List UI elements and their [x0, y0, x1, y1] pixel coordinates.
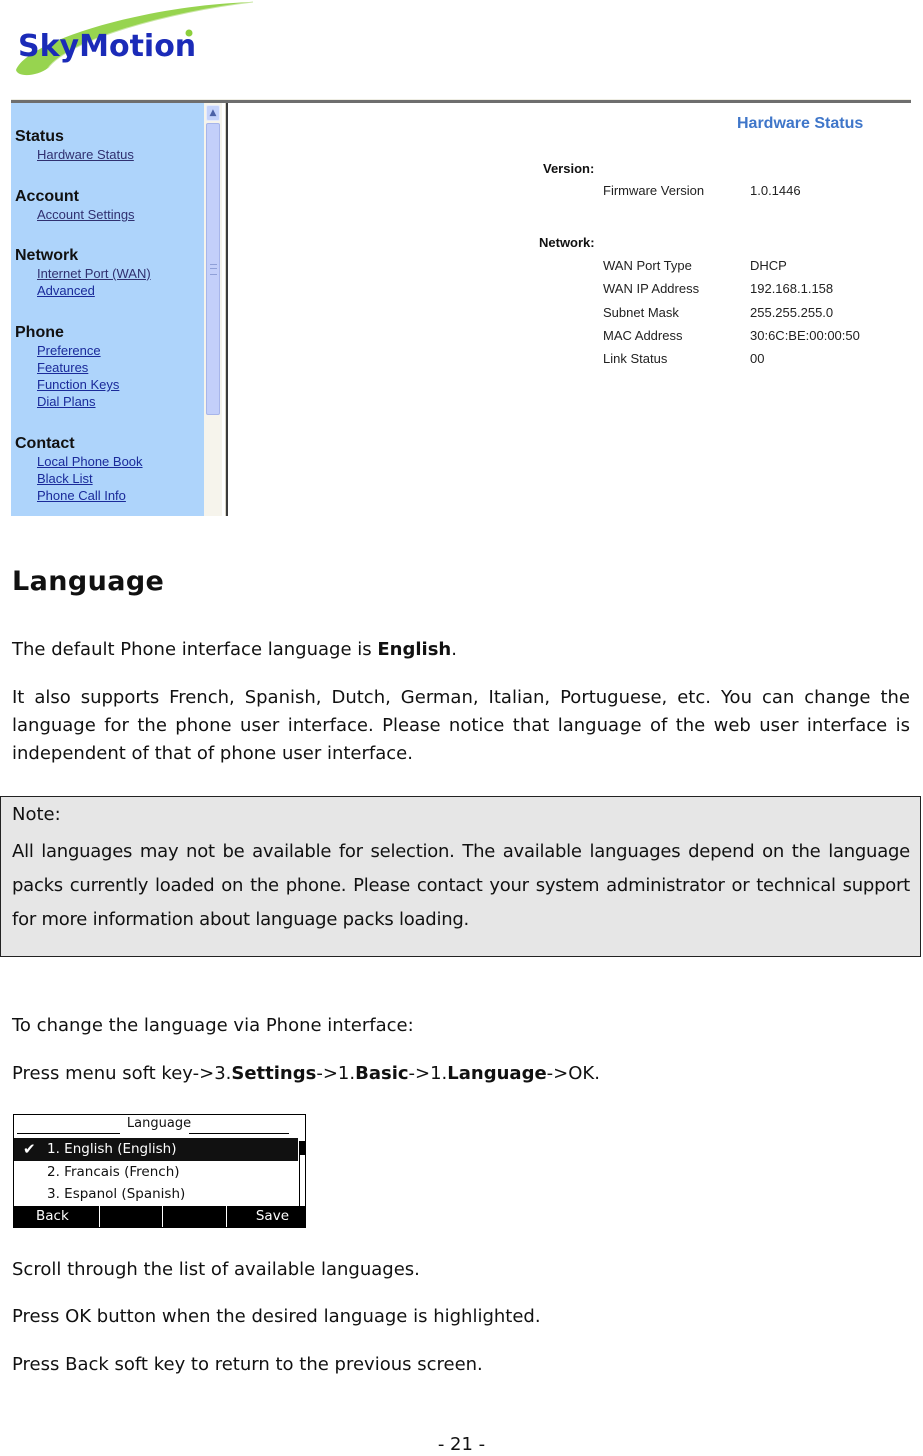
- text: ->1.: [408, 1063, 448, 1084]
- sidebar-heading: Status: [15, 128, 64, 145]
- text: The default Phone interface language is: [12, 639, 378, 660]
- skymotion-logo: SkyMotion: [8, 0, 258, 82]
- paragraph-press-ok: Press OK button when the desired languag…: [12, 1306, 541, 1327]
- phone-screen: Language ✔ 1. English (English) 2. Franc…: [13, 1114, 306, 1228]
- page-number: - 21 -: [437, 1434, 486, 1455]
- field-label: MAC Address: [603, 328, 683, 343]
- scrollbar-thumb[interactable]: [206, 123, 220, 415]
- sidebar-link-account-settings[interactable]: Account Settings: [37, 206, 135, 223]
- bold-text: Settings: [231, 1063, 317, 1084]
- sidebar-link-function-keys[interactable]: Function Keys: [37, 376, 119, 393]
- text: Press menu soft key->3.: [12, 1063, 232, 1084]
- web-ui-screenshot: Status Hardware Status Account Account S…: [11, 99, 911, 516]
- scroll-up-arrow-icon[interactable]: ▲: [206, 105, 220, 121]
- paragraph-scroll: Scroll through the list of available lan…: [12, 1259, 420, 1280]
- language-option-english[interactable]: ✔ 1. English (English): [14, 1138, 298, 1161]
- sidebar-heading: Account: [15, 188, 79, 205]
- section-label-version: Version:: [543, 161, 595, 176]
- note-body: All languages may not be available for s…: [12, 841, 910, 930]
- sidebar-link-advanced[interactable]: Advanced: [37, 282, 151, 299]
- softkey-save[interactable]: Save: [227, 1206, 306, 1227]
- logo-text: SkyMotion: [18, 29, 196, 64]
- option-label: 1. English (English): [47, 1141, 177, 1157]
- title-underline: [189, 1133, 289, 1134]
- phone-scrollbar: [299, 1141, 306, 1207]
- sidebar-group-status: Status Hardware Status: [15, 127, 134, 163]
- title-underline: [17, 1133, 120, 1134]
- sidebar-group-network: Network Internet Port (WAN) Advanced: [15, 246, 151, 299]
- sidebar-scrollbar[interactable]: ▲: [204, 103, 222, 516]
- phone-screen-title: Language: [126, 1116, 192, 1131]
- sidebar-group-account: Account Account Settings: [15, 187, 135, 223]
- sidebar-heading: Network: [15, 247, 79, 264]
- softkey-back[interactable]: Back: [14, 1206, 100, 1227]
- language-option-french[interactable]: 2. Francais (French): [14, 1161, 298, 1184]
- note-box: Note: All languages may not be available…: [0, 796, 921, 957]
- section-label-network: Network:: [539, 235, 595, 250]
- field-value: 30:6C:BE:00:00:50: [750, 328, 860, 343]
- field-value: DHCP: [750, 258, 787, 273]
- check-icon: ✔: [23, 1140, 36, 1158]
- field-value: 00: [750, 351, 765, 366]
- note-label: Note:: [12, 804, 61, 825]
- softkey-empty[interactable]: [163, 1206, 227, 1227]
- logo-graphic: SkyMotion: [16, 1, 254, 76]
- text: ->OK.: [546, 1063, 600, 1084]
- paragraph-press-back: Press Back soft key to return to the pre…: [12, 1354, 483, 1375]
- text: .: [451, 639, 457, 660]
- field-label: WAN IP Address: [603, 281, 700, 296]
- sidebar-link-hardware-status[interactable]: Hardware Status: [37, 146, 134, 163]
- softkey-bar: Back Save: [14, 1206, 305, 1227]
- bold-text: Language: [447, 1063, 547, 1084]
- paragraph-intro: To change the language via Phone interfa…: [12, 1015, 414, 1036]
- sidebar-link-black-list[interactable]: Black List: [37, 470, 143, 487]
- section-heading: Language: [12, 566, 165, 597]
- paragraph-supported-languages: It also supports French, Spanish, Dutch,…: [12, 687, 910, 764]
- language-option-spanish[interactable]: 3. Espanol (Spanish): [14, 1183, 298, 1206]
- field-value: 1.0.1446: [750, 183, 801, 198]
- paragraph-default-language: The default Phone interface language is …: [12, 636, 457, 664]
- sidebar-link-dial-plans[interactable]: Dial Plans: [37, 393, 119, 410]
- sidebar-link-internet-port-wan[interactable]: Internet Port (WAN): [37, 265, 151, 282]
- field-label: Firmware Version: [603, 183, 705, 198]
- grip-icon: [210, 264, 217, 275]
- sidebar-link-phone-call-info[interactable]: Phone Call Info: [37, 487, 143, 504]
- sidebar-group-phone: Phone Preference Features Function Keys …: [15, 323, 119, 410]
- field-label: Link Status: [603, 351, 668, 366]
- field-value: 192.168.1.158: [750, 281, 834, 296]
- sidebar-heading: Phone: [15, 324, 64, 341]
- bold-text: English: [377, 639, 452, 660]
- text: ->1.: [316, 1063, 356, 1084]
- panel-title: Hardware Status: [737, 115, 864, 132]
- sidebar-heading: Contact: [15, 435, 75, 452]
- bold-text: Basic: [355, 1063, 409, 1084]
- hardware-status-panel: Hardware Status Version: Firmware Versio…: [228, 103, 911, 516]
- option-label: 3. Espanol (Spanish): [47, 1186, 186, 1202]
- field-value: 255.255.255.0: [750, 305, 834, 320]
- paragraph-menu-path: Press menu soft key->3.Settings->1.Basic…: [12, 1060, 600, 1088]
- sidebar-link-features[interactable]: Features: [37, 359, 119, 376]
- sidebar-link-local-phone-book[interactable]: Local Phone Book: [37, 453, 143, 470]
- field-label: Subnet Mask: [603, 305, 679, 320]
- sidebar-link-preference[interactable]: Preference: [37, 342, 119, 359]
- field-label: WAN Port Type: [603, 258, 692, 273]
- sidebar-group-contact: Contact Local Phone Book Black List Phon…: [15, 434, 143, 504]
- sidebar-nav: Status Hardware Status Account Account S…: [11, 103, 204, 516]
- softkey-empty[interactable]: [100, 1206, 163, 1227]
- option-label: 2. Francais (French): [47, 1164, 180, 1180]
- phone-scrollbar-thumb: [300, 1142, 305, 1155]
